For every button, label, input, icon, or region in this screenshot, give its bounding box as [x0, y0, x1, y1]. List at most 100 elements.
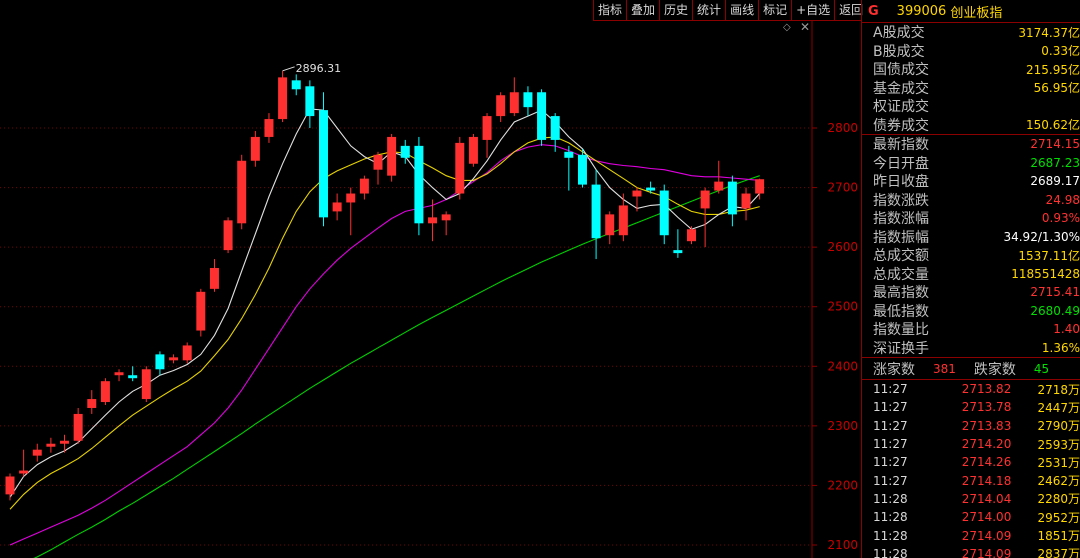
tick-time: 11:27 [873, 400, 908, 415]
candle-body [414, 145, 424, 224]
tick-row: 11:28 2714.00 2952万 [862, 508, 1080, 526]
stat-row: 最高指数 2715.41 [862, 283, 1080, 302]
stat-label: 国债成交 [873, 62, 929, 79]
toolbar-button-4[interactable]: 画线 [725, 0, 758, 20]
candlestick-chart[interactable]: 2800 2700 2600 2500 2400 2300 2200 2100 2896.31 [0, 21, 861, 558]
candle-body [250, 136, 260, 161]
candle-body [577, 154, 587, 185]
toolbar-button-0[interactable]: 指标 [593, 0, 626, 20]
tick-list[interactable]: 11:27 2713.82 2718万 11:27 2713.78 2447万 11:27 2… [862, 380, 1080, 558]
stat-row: 最新指数 2714.15 [862, 135, 1080, 154]
candle-body [264, 119, 274, 137]
stat-label: 最高指数 [873, 285, 929, 302]
stat-row: 权证成交 [862, 97, 1080, 116]
candle-body [455, 142, 465, 194]
stat-value: 34.92/1.30% [1003, 229, 1080, 244]
peak-pointer [282, 66, 295, 72]
toolbar-button-6[interactable]: +自选 [791, 0, 834, 20]
stat-value: 2715.41 [1030, 285, 1080, 300]
tick-row: 11:27 2714.18 2462万 [862, 471, 1080, 489]
toolbar: 指标 叠加 历史 统计 画线 标记 +自选 返回 [593, 0, 867, 20]
tick-volume: 2718万 [1037, 382, 1080, 397]
candle-body [169, 357, 179, 361]
toolbar-button-1[interactable]: 叠加 [626, 0, 659, 20]
turnover-stats: A股成交 3174.37亿 B股成交 0.33亿 国债成交 215.95亿 基金成交 56.9… [862, 23, 1080, 135]
advance-label: 涨家数 [873, 361, 915, 378]
stat-label: 最低指数 [873, 303, 929, 320]
tick-volume: 2462万 [1037, 474, 1080, 489]
candle-body [128, 375, 138, 379]
stat-label: 指数涨幅 [873, 211, 929, 228]
stat-row: 债券成交 150.62亿 [862, 116, 1080, 135]
tick-volume: 2280万 [1037, 492, 1080, 507]
candle-body [537, 92, 547, 140]
stat-row: 指数涨幅 0.93% [862, 209, 1080, 228]
panel-header: G 399006 创业板指 [862, 0, 1080, 23]
diamond-icon[interactable]: ◇ [783, 22, 791, 33]
stat-value: 2687.23 [1030, 155, 1080, 170]
tick-volume: 2790万 [1037, 419, 1080, 434]
stat-value: 0.33亿 [1041, 44, 1080, 59]
candle-body [605, 214, 615, 236]
stat-value: 2714.15 [1030, 137, 1080, 152]
tick-volume: 2447万 [1037, 400, 1080, 415]
stat-label: B股成交 [873, 43, 925, 60]
candle-body [727, 181, 737, 215]
y-tick-label: 2200 [827, 478, 858, 492]
stat-label: 总成交额 [873, 248, 929, 265]
tick-row: 11:28 2714.09 2837万 [862, 545, 1080, 558]
candle-body [278, 77, 288, 120]
tick-price: 2714.04 [961, 491, 1012, 506]
stat-value: 150.62亿 [1026, 118, 1080, 133]
candle-body [468, 136, 478, 164]
candle-body [523, 92, 533, 108]
y-tick-label: 2700 [827, 181, 858, 195]
stat-value: 0.93% [1041, 211, 1080, 226]
candle-body [141, 369, 151, 400]
stat-value: 1537.11亿 [1018, 248, 1080, 263]
stat-row: 今日开盘 2687.23 [862, 154, 1080, 173]
tick-row: 11:28 2714.04 2280万 [862, 490, 1080, 508]
stat-value: 1.36% [1041, 340, 1080, 355]
y-tick-label: 2300 [827, 419, 858, 433]
candle-body [114, 372, 124, 376]
candle-body [46, 443, 56, 447]
candle-body [591, 184, 601, 239]
index-code: 399006 [896, 3, 947, 19]
tick-price: 2714.26 [961, 455, 1012, 470]
stat-value: 24.98 [1045, 192, 1080, 207]
candle-body [373, 154, 383, 170]
quote-panel: G 399006 创业板指 A股成交 3174.37亿 B股成交 0.33亿 国债成交 2… [861, 0, 1080, 558]
candle-body [673, 250, 683, 254]
stat-row: A股成交 3174.37亿 [862, 23, 1080, 42]
close-icon[interactable]: ✕ [800, 20, 810, 34]
toolbar-button-3[interactable]: 统计 [692, 0, 725, 20]
candle-body [100, 381, 110, 403]
ma-line-white [9, 108, 761, 498]
decline-label: 跌家数 [973, 361, 1016, 378]
tick-volume: 2593万 [1037, 437, 1080, 452]
tick-volume: 2952万 [1037, 510, 1080, 525]
candle-body [32, 449, 42, 456]
tick-time: 11:27 [873, 473, 908, 488]
candle-body [632, 190, 642, 197]
stat-row: 国债成交 215.95亿 [862, 60, 1080, 79]
index-name: 创业板指 [950, 5, 1003, 21]
candle-body [387, 136, 397, 176]
tick-price: 2714.18 [961, 473, 1012, 488]
tick-time: 11:27 [873, 382, 908, 397]
stat-value: 3174.37亿 [1018, 25, 1080, 40]
toolbar-button-5[interactable]: 标记 [758, 0, 791, 20]
candle-body [755, 179, 765, 194]
peak-label: 2896.31 [296, 62, 342, 75]
candle-body [87, 399, 97, 408]
candle-body [209, 267, 219, 289]
decline-count: 45 [1033, 361, 1050, 376]
stat-value: 2680.49 [1030, 303, 1080, 318]
toolbar-button-2[interactable]: 历史 [659, 0, 692, 20]
tick-row: 11:27 2713.78 2447万 [862, 398, 1080, 416]
tick-price: 2714.00 [961, 510, 1012, 525]
stat-label: 指数涨跌 [873, 192, 929, 209]
stat-row: 指数量比 1.40 [862, 320, 1080, 339]
candle-body [155, 354, 165, 370]
